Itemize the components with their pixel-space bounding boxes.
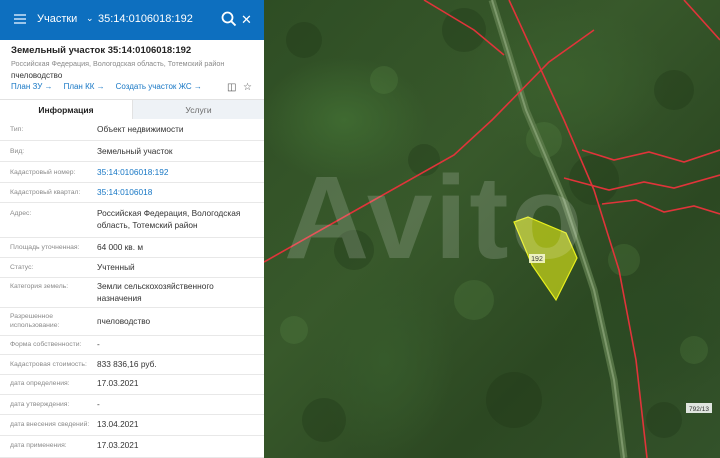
parcel-use: пчеловодство: [11, 71, 63, 80]
info-row: Тип: Объект недвижимости: [0, 119, 264, 141]
parcel-address: Российская Федерация, Вологодская област…: [11, 59, 225, 68]
sheet-label: 792/13: [689, 406, 709, 413]
row-value: -: [97, 339, 100, 349]
info-row: Разрешенное использование: пчеловодство: [0, 308, 264, 336]
row-label: Разрешенное использование:: [10, 313, 60, 329]
search-area-icon[interactable]: ◫: [227, 82, 236, 93]
star-icon[interactable]: ☆: [243, 82, 252, 93]
row-value: Земли сельскохозяйственного назначения: [97, 281, 214, 303]
row-value: Земельный участок: [97, 146, 173, 156]
info-row: Вид: Земельный участок: [0, 141, 264, 162]
search-bar: Участки ⌄ 35:14:0106018:192 ✕: [0, 0, 264, 40]
row-label: Категория земель:: [10, 283, 69, 290]
menu-icon[interactable]: [14, 14, 26, 24]
row-label: дата применения:: [10, 442, 67, 449]
row-label: Адрес:: [10, 210, 32, 217]
tab-information[interactable]: Информация: [0, 99, 132, 119]
row-value: Российская Федерация, Вологодская област…: [97, 208, 241, 230]
row-label: дата внесения сведений:: [10, 421, 90, 428]
info-row: дата применения: 17.03.2021: [0, 436, 264, 458]
tab-services[interactable]: Услуги: [132, 99, 264, 119]
row-label: Кадастровый квартал:: [10, 189, 81, 196]
row-value: Объект недвижимости: [97, 124, 184, 134]
row-value: пчеловодство: [97, 316, 151, 326]
plan-kk-link[interactable]: План КК →: [64, 82, 105, 91]
row-value: 64 000 кв. м: [97, 242, 144, 252]
info-row: Площадь уточненная: 64 000 кв. м: [0, 238, 264, 258]
watermark: Avito: [284, 152, 585, 284]
info-row: Статус: Учтенный: [0, 258, 264, 278]
row-label: Площадь уточненная:: [10, 244, 80, 251]
row-value: Учтенный: [97, 262, 135, 272]
map-view[interactable]: 192 792/13 Avito: [264, 0, 720, 458]
row-label: Кадастровая стоимость:: [10, 361, 87, 368]
row-label: дата определения:: [10, 380, 70, 387]
parcel-title: Земельный участок 35:14:0106018:192: [11, 45, 192, 56]
info-row: Кадастровая стоимость: 833 836,16 руб.: [0, 355, 264, 375]
tab-bar: Информация Услуги: [0, 99, 264, 119]
info-row: Кадастровый номер: 35:14:0106018:192: [0, 162, 264, 183]
search-icon[interactable]: [220, 9, 238, 29]
row-value: 17.03.2021: [97, 440, 139, 450]
info-row: дата утверждения: -: [0, 395, 264, 415]
row-label: Вид:: [10, 148, 25, 155]
layer-select[interactable]: Участки: [37, 13, 77, 25]
row-label: дата утверждения:: [10, 401, 70, 408]
info-row: Категория земель: Земли сельскохозяйстве…: [0, 278, 264, 308]
info-row: Адрес: Российская Федерация, Вологодская…: [0, 203, 264, 238]
row-label: Кадастровый номер:: [10, 169, 76, 176]
info-row: Кадастровый квартал: 35:14:0106018: [0, 183, 264, 203]
cadastral-number-link[interactable]: 35:14:0106018:192: [97, 167, 257, 179]
row-value: 17.03.2021: [97, 378, 139, 388]
chevron-down-icon[interactable]: ⌄: [86, 13, 94, 24]
search-input[interactable]: 35:14:0106018:192: [98, 13, 193, 25]
parcel-links: План ЗУ → План КК → Создать участок ЖС →: [11, 82, 213, 91]
info-row: дата внесения сведений: 13.04.2021: [0, 415, 264, 436]
row-label: Тип:: [10, 126, 24, 133]
row-value: 13.04.2021: [97, 419, 139, 429]
close-icon[interactable]: ✕: [241, 12, 252, 28]
info-row: Форма собственности: -: [0, 336, 264, 355]
row-label: Форма собственности:: [10, 341, 82, 348]
info-row: дата определения: 17.03.2021: [0, 375, 264, 395]
create-parcel-link[interactable]: Создать участок ЖС →: [116, 82, 202, 91]
cadastral-quarter-link[interactable]: 35:14:0106018: [97, 187, 257, 199]
row-value: -: [97, 399, 100, 409]
row-label: Статус:: [10, 264, 34, 271]
plan-zu-link[interactable]: План ЗУ →: [11, 82, 53, 91]
row-value: 833 836,16 руб.: [97, 359, 157, 369]
info-panel: Участки ⌄ 35:14:0106018:192 ✕ Земельный …: [0, 0, 264, 458]
